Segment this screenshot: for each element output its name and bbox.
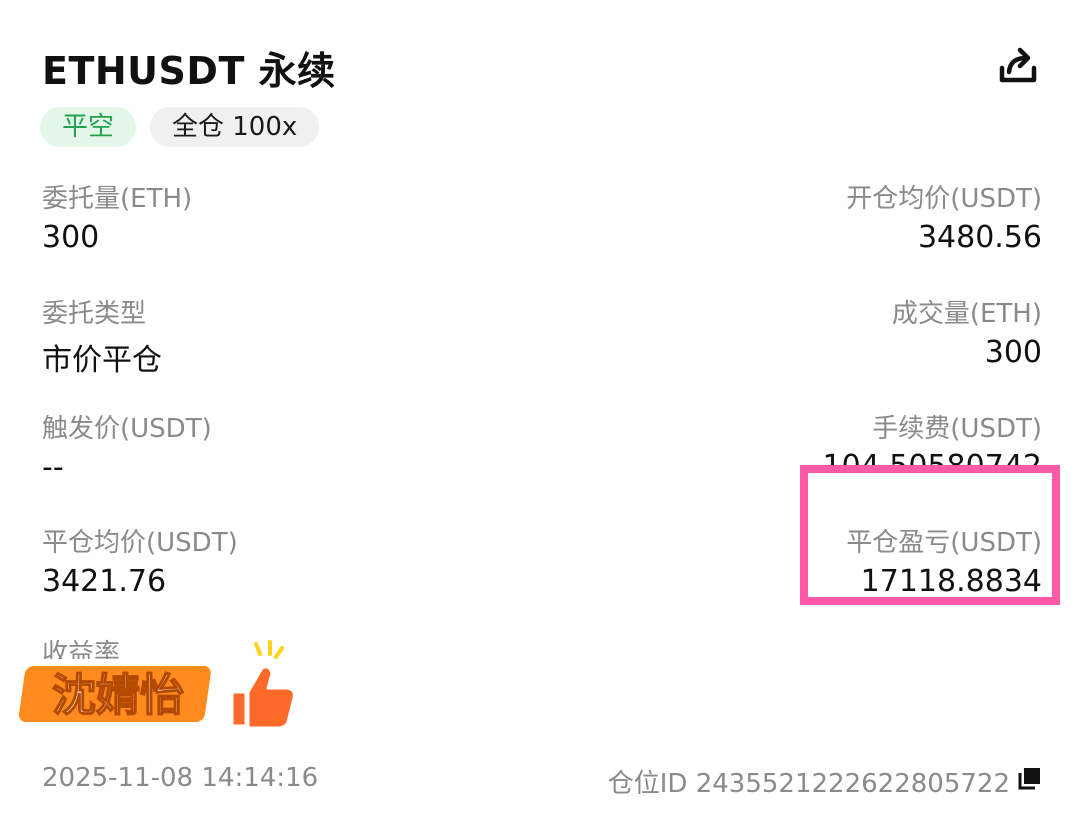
order-type-label: 委托类型 <box>42 299 147 329</box>
margin-mode-badge: 全仓 100x <box>150 107 320 147</box>
copy-icon[interactable] <box>1016 766 1042 792</box>
filled-qty-label: 成交量(ETH) <box>891 299 1042 329</box>
page-title: ETHUSDT 永续 <box>42 49 336 93</box>
order-qty-label: 委托量(ETH) <box>42 184 193 214</box>
name-sticker: 沈婧怡 <box>14 640 296 730</box>
trigger-price-value: -- <box>42 450 64 485</box>
fee-label: 手续费(USDT) <box>872 414 1042 444</box>
open-avg-price-value: 3480.56 <box>917 220 1042 255</box>
trigger-price-label: 触发价(USDT) <box>42 414 212 444</box>
side-badge: 平空 <box>40 107 137 147</box>
open-avg-price-label: 开仓均价(USDT) <box>846 184 1042 214</box>
sticker-text: 沈婧怡 <box>52 670 184 721</box>
position-id: 仓位ID 2435521222622805722 <box>607 769 1010 799</box>
pnl-highlight-box <box>800 465 1060 605</box>
share-icon[interactable] <box>996 44 1040 88</box>
thumbs-up-icon <box>230 640 296 730</box>
order-type-value: 市价平仓 <box>42 343 162 378</box>
order-qty-value: 300 <box>42 220 100 255</box>
close-avg-price-label: 平仓均价(USDT) <box>42 528 238 558</box>
order-timestamp: 2025-11-08 14:14:16 <box>42 763 319 793</box>
close-avg-price-value: 3421.76 <box>42 564 167 599</box>
filled-qty-value: 300 <box>984 335 1042 370</box>
